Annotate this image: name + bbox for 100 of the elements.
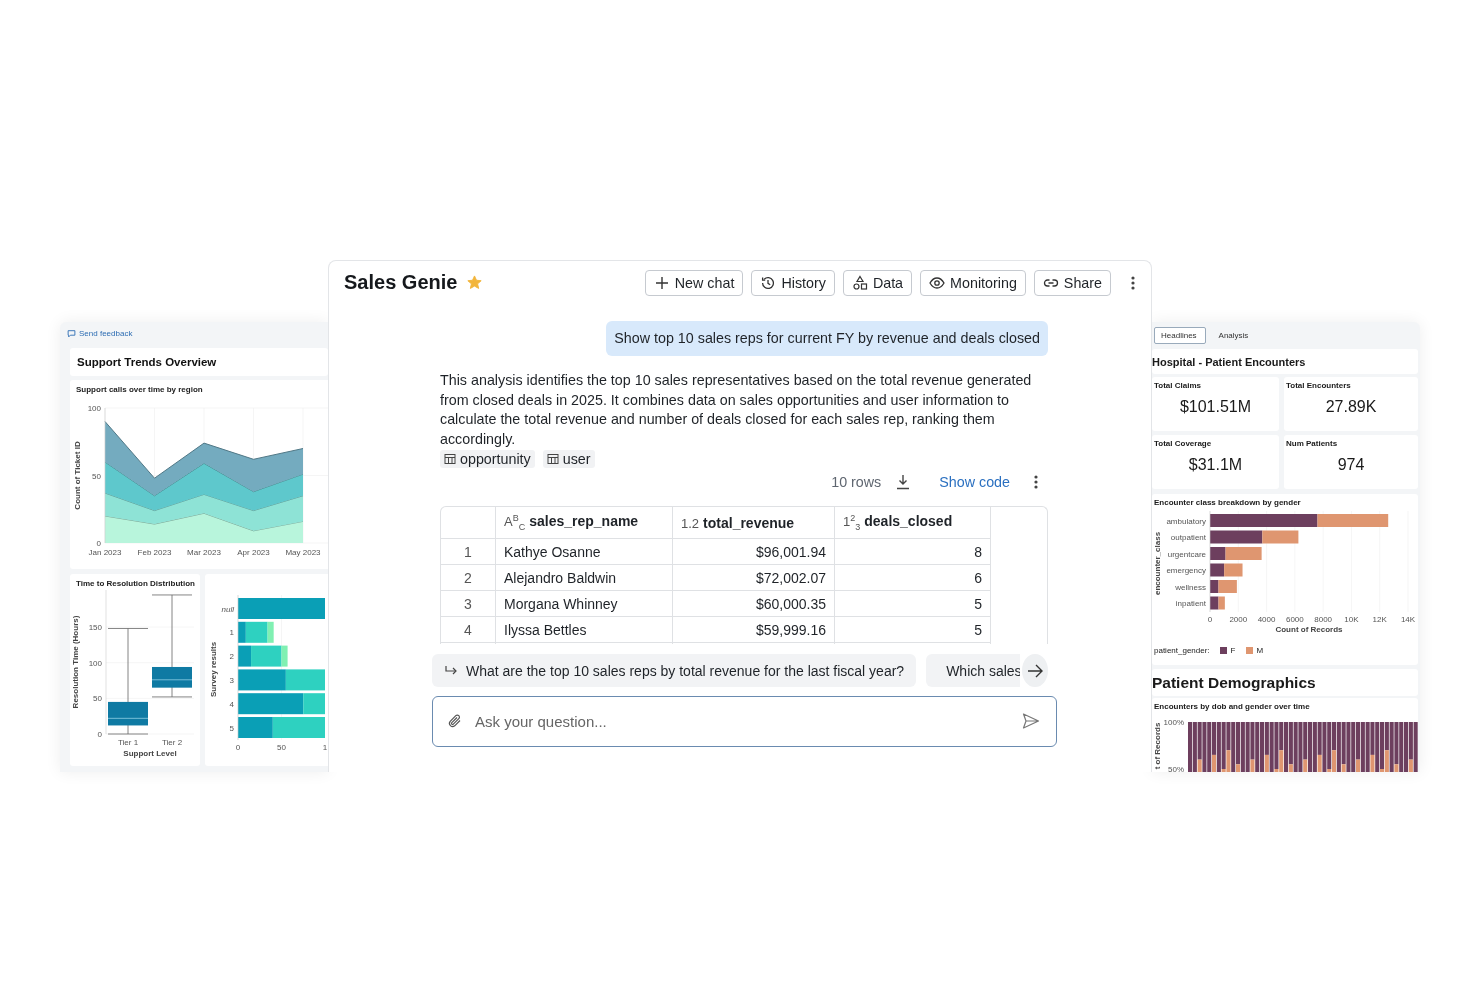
table-cell: 8 [834, 538, 991, 565]
response-text: This analysis identifies the top 10 sales representatives based on the total revenue generated from closed deals in 2025. It combines data on sales opportunities and user information to calculate the total revenue and number of deals closed for each sales rep, ranking them accordingly. [440, 371, 1033, 449]
dashboard-tab[interactable]: Headlines [1154, 326, 1206, 344]
dashboard-title: Hospital - Patient Encounters [1152, 355, 1306, 368]
type-marker: 1.2 [681, 515, 700, 531]
user-message: Show top 10 sales reps for current FY by revenue and deals closed [606, 321, 1048, 356]
kpi-value: $31.1M [1187, 456, 1244, 474]
source-chip[interactable]: user [542, 450, 595, 468]
axis-tick-label: Tier 2 [161, 738, 183, 747]
legend-label: F [1230, 646, 1236, 655]
more-options-icon[interactable] [1131, 275, 1135, 290]
kpi-label: Total Coverage [1153, 438, 1213, 448]
speech-bubble-icon [67, 329, 76, 338]
history-icon [760, 274, 777, 291]
table-cell: Ilyssa Bettles [495, 616, 673, 643]
table-cell: Kathye Osanne [495, 538, 673, 565]
axis-tick-label: Tier 1 [117, 738, 139, 747]
axis-tick-label: 50 [92, 471, 101, 481]
axis-tick-label: Apr 2023 [237, 548, 270, 557]
axis-tick-label: Feb 2023 [137, 548, 172, 557]
kpi-value: $101.51M [1178, 398, 1253, 416]
table-cell: 5 [834, 616, 991, 643]
question-field[interactable]: Ask your question... [432, 696, 1057, 747]
chart-title: Support calls over time by region [75, 384, 204, 396]
chart-title: Encounters by dob and gender over time [1153, 701, 1311, 712]
table-cell: 6 [834, 564, 991, 591]
axis-tick-label: wellness [1175, 582, 1206, 592]
kpi-value: 27.89K [1324, 398, 1378, 416]
row-number: 1 [441, 538, 496, 565]
axis-tick-label: 3 [229, 675, 234, 685]
row-count: 10 rows [831, 474, 882, 490]
axis-tick-label: 4000 [1257, 615, 1276, 624]
column-header: deals_closed [864, 513, 953, 530]
axis-tick-label: 100 [88, 658, 102, 668]
axis-tick-label: 50% [1168, 765, 1184, 772]
chat-title: Sales Genie [344, 271, 458, 294]
toolbar-button[interactable]: Share [1033, 269, 1111, 296]
legend-title: patient_gender: [1154, 646, 1210, 655]
table-cell: $60,000.35 [672, 590, 835, 617]
axis-tick-label: May 2023 [285, 548, 321, 557]
table-cell: Alejandro Baldwin [495, 564, 673, 591]
kpi-label: Total Claims [1153, 380, 1202, 390]
axis-tick-label: 1 [229, 628, 234, 638]
show-code-link[interactable]: Show code [939, 474, 1010, 490]
axis-tick-label: 10K [1344, 615, 1359, 624]
table-cell: $59,999.16 [672, 616, 835, 643]
legend-label: M [1256, 646, 1264, 655]
axis-tick-label: 0 [96, 539, 101, 548]
suggestion-chip[interactable]: What are the top 10 sales reps by total revenue for the last fiscal year? [432, 654, 917, 687]
table-icon [546, 453, 559, 465]
axis-tick-label: 2 [229, 652, 234, 662]
download-icon[interactable] [895, 474, 912, 490]
axis-title: Resolution Time (Hours) [71, 615, 80, 709]
axis-title: Count of Ticket ID [73, 441, 82, 510]
axis-tick-label: outpatient [1170, 533, 1206, 542]
axis-tick-label: 0 [1207, 615, 1213, 624]
axis-tick-label: 6000 [1285, 615, 1304, 624]
row-number: 2 [441, 564, 496, 591]
more-options-icon[interactable] [1034, 475, 1038, 489]
kpi-label: Num Patients [1285, 438, 1339, 448]
chart-bar [1210, 596, 1219, 610]
toolbar-button[interactable]: Monitoring [920, 269, 1026, 296]
section-heading: Patient Demographics [1152, 673, 1316, 692]
axis-title: Support Level [123, 749, 177, 758]
send-icon[interactable] [1022, 712, 1040, 730]
axis-tick-label: 50 [93, 694, 102, 704]
toolbar-button[interactable]: History [751, 269, 835, 296]
axis-tick-label: inpatient [1175, 599, 1206, 608]
feedback-link[interactable]: Send feedback [79, 329, 133, 338]
axis-title: t of Records [1153, 722, 1162, 770]
axis-tick-label: 4 [229, 699, 234, 709]
source-chip[interactable]: opportunity [440, 450, 535, 468]
next-suggestions-button[interactable] [1022, 654, 1048, 687]
column-header: total_revenue [703, 514, 795, 531]
axis-tick-label: null [221, 604, 234, 614]
plus-icon [653, 274, 670, 291]
kpi-value: 974 [1336, 456, 1366, 474]
shapes-icon [851, 274, 868, 291]
axis-tick-label: Mar 2023 [187, 548, 221, 557]
axis-tick-label: ambulatory [1166, 516, 1206, 526]
axis-tick-label: Jan 2023 [88, 548, 122, 557]
arrow-right-icon [1027, 663, 1044, 678]
toolbar-button[interactable]: New chat [644, 269, 744, 296]
suggestion-chip[interactable]: Which sales [926, 654, 1021, 687]
eye-icon [929, 274, 946, 291]
dashboard-tab[interactable]: Analysis [1211, 326, 1258, 344]
axis-tick-label: 150 [88, 623, 102, 633]
table-cell: 5 [834, 590, 991, 617]
axis-tick-label: 14K [1400, 615, 1416, 624]
table-cell: Morgana Whinney [495, 590, 673, 617]
filled-star-icon[interactable] [467, 275, 483, 290]
axis-tick-label: emergency [1166, 566, 1206, 575]
axis-tick-label: 100% [1163, 718, 1184, 727]
table-cell: $96,001.94 [672, 538, 835, 565]
axis-title: Count of Records [1275, 625, 1343, 634]
axis-tick-label: 0 [97, 730, 102, 739]
paperclip-icon[interactable] [447, 713, 463, 729]
axis-tick-label: 5 [229, 723, 234, 733]
toolbar-button[interactable]: Data [842, 269, 913, 296]
chart-title: Time to Resolution Distribution [75, 578, 196, 590]
